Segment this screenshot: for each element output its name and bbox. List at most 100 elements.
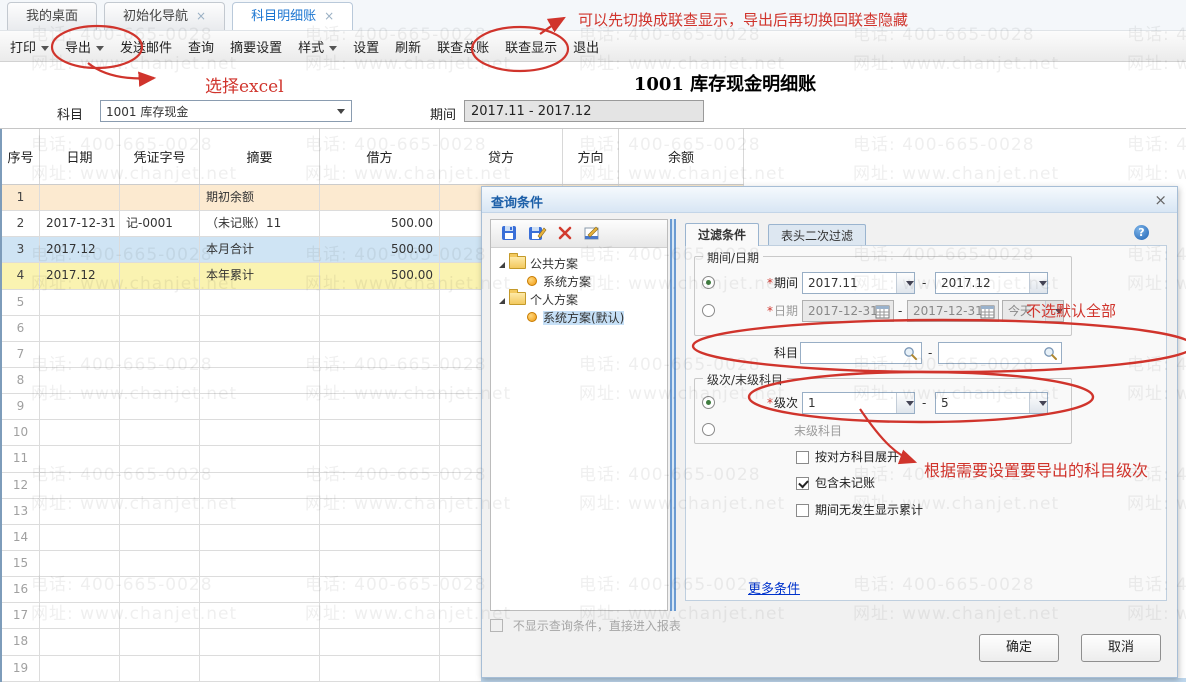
toolbar-button-label: 退出 <box>573 41 599 56</box>
column-header: 余额 <box>619 129 744 184</box>
cell-debit <box>320 525 440 551</box>
cell-summary <box>200 446 320 472</box>
date-from-field[interactable]: 2017-12-31 <box>802 300 894 322</box>
tab-1[interactable]: 初始化导航× <box>104 2 225 30</box>
cell-no: 15 <box>2 551 40 577</box>
close-icon[interactable]: × <box>196 9 206 23</box>
level-group-legend: 级次/末级科目 <box>703 371 787 388</box>
caret-down-icon[interactable] <box>1045 301 1063 321</box>
cancel-button[interactable]: 取消 <box>1081 634 1161 662</box>
edit-icon[interactable] <box>582 223 602 243</box>
subject-to-field[interactable] <box>938 342 1062 364</box>
toolbar-button-5[interactable]: 样式 <box>298 37 337 56</box>
close-icon[interactable]: × <box>1154 191 1167 209</box>
calendar-icon[interactable] <box>980 304 995 319</box>
caret-down-icon <box>96 46 104 51</box>
tree-group-0[interactable]: 公共方案 <box>491 255 667 273</box>
toolbar-button-3[interactable]: 查询 <box>188 37 214 56</box>
search-icon[interactable] <box>903 346 918 361</box>
checkbox[interactable] <box>796 477 809 490</box>
caret-down-icon[interactable] <box>1029 273 1047 293</box>
level-from-combo[interactable]: 1 <box>802 392 915 414</box>
calendar-icon[interactable] <box>875 304 890 319</box>
watermark-text: 网址: www.chanjet.net <box>1127 159 1186 184</box>
checkbox[interactable] <box>490 619 503 632</box>
cell-summary <box>200 420 320 446</box>
expander-icon[interactable] <box>499 262 505 268</box>
delete-icon[interactable] <box>555 223 575 243</box>
ok-button[interactable]: 确定 <box>979 634 1059 662</box>
toolbar-button-2[interactable]: 发送邮件 <box>120 37 172 56</box>
date-to-field[interactable]: 2017-12-31 <box>907 300 999 322</box>
checkbox[interactable] <box>796 451 809 464</box>
toolbar-button-label: 打印 <box>10 41 36 56</box>
save-as-icon[interactable] <box>527 223 547 243</box>
tree-item[interactable]: 系统方案(默认) <box>491 309 667 327</box>
period-radio[interactable] <box>702 276 715 289</box>
date-to-value: 2017-12-31 <box>913 304 983 318</box>
caret-down-icon[interactable] <box>896 393 914 413</box>
level-to-combo[interactable]: 5 <box>935 392 1048 414</box>
column-header: 贷方 <box>440 129 563 184</box>
toolbar-button-8[interactable]: 联查总账 <box>437 37 489 56</box>
tab-header-second-filter[interactable]: 表头二次过滤 <box>768 224 866 246</box>
help-icon[interactable]: ? <box>1134 225 1149 240</box>
cell-debit <box>320 656 440 682</box>
level-label: *级次 <box>742 392 798 414</box>
folder-icon <box>509 256 526 269</box>
caret-down-icon[interactable] <box>1029 393 1047 413</box>
expander-icon[interactable] <box>499 298 505 304</box>
caret-down-icon[interactable] <box>896 273 914 293</box>
subject-from-field[interactable] <box>800 342 922 364</box>
caret-down-icon <box>337 109 345 114</box>
panel-splitter[interactable] <box>670 219 676 611</box>
toolbar-button-4[interactable]: 摘要设置 <box>230 37 282 56</box>
cell-debit <box>320 394 440 420</box>
table-header-row: 序号日期凭证字号摘要借方贷方方向余额 <box>2 129 744 185</box>
level-radio[interactable] <box>702 396 715 409</box>
period-display-field[interactable]: 2017.11 - 2017.12 <box>464 100 704 122</box>
range-separator: - <box>922 272 926 294</box>
close-icon[interactable]: × <box>324 9 334 23</box>
more-conditions-link[interactable]: 更多条件 <box>748 578 800 597</box>
cell-voucher: 记-0001 <box>120 211 200 237</box>
toolbar-button-6[interactable]: 设置 <box>353 37 379 56</box>
tab-2[interactable]: 科目明细账 × <box>232 2 353 31</box>
option-row-2[interactable]: 期间无发生显示累计 <box>796 503 923 519</box>
save-icon[interactable] <box>499 223 519 243</box>
option-row-0[interactable]: 按对方科目展开 <box>796 450 899 466</box>
cell-date <box>40 420 120 446</box>
period-date-legend: 期间/日期 <box>703 249 763 266</box>
search-icon[interactable] <box>1043 346 1058 361</box>
toolbar-button-0[interactable]: 打印 <box>10 37 49 56</box>
cell-no: 3 <box>2 237 40 263</box>
option-row-1[interactable]: 包含未记账 <box>796 476 875 492</box>
tab-0[interactable]: 我的桌面 <box>7 2 97 30</box>
tree-group-1[interactable]: 个人方案 <box>491 291 667 309</box>
toolbar-button-1[interactable]: 导出 <box>65 37 104 56</box>
window-bottom-edge <box>481 678 1186 682</box>
cell-debit <box>320 368 440 394</box>
toolbar-button-7[interactable]: 刷新 <box>395 37 421 56</box>
cell-date <box>40 185 120 211</box>
toolbar-button-label: 样式 <box>298 41 324 56</box>
cell-summary <box>200 499 320 525</box>
period-to-combo[interactable]: 2017.12 <box>935 272 1048 294</box>
subject-select[interactable]: 1001 库存现金 <box>100 100 352 122</box>
cell-no: 7 <box>2 342 40 368</box>
tab-label: 我的桌面 <box>26 9 78 24</box>
subject-label: 科目 <box>742 342 798 364</box>
cell-debit <box>320 185 440 211</box>
checkbox[interactable] <box>796 504 809 517</box>
today-combo[interactable]: 今天 <box>1002 300 1064 322</box>
toolbar-button-9[interactable]: 联查显示 <box>505 37 557 56</box>
leaf-subject-radio[interactable] <box>702 423 715 436</box>
period-from-combo[interactable]: 2017.11 <box>802 272 915 294</box>
tab-filter-conditions[interactable]: 过滤条件 <box>685 223 759 246</box>
toolbar-button-label: 查询 <box>188 41 214 56</box>
skip-query-option[interactable]: 不显示查询条件，直接进入报表 <box>490 617 681 634</box>
watermark-text: 电话: 400-665-0028 <box>853 130 1035 155</box>
date-radio[interactable] <box>702 304 715 317</box>
tab-label: 科目明细账 <box>251 9 316 24</box>
toolbar-button-10[interactable]: 退出 <box>573 37 599 56</box>
